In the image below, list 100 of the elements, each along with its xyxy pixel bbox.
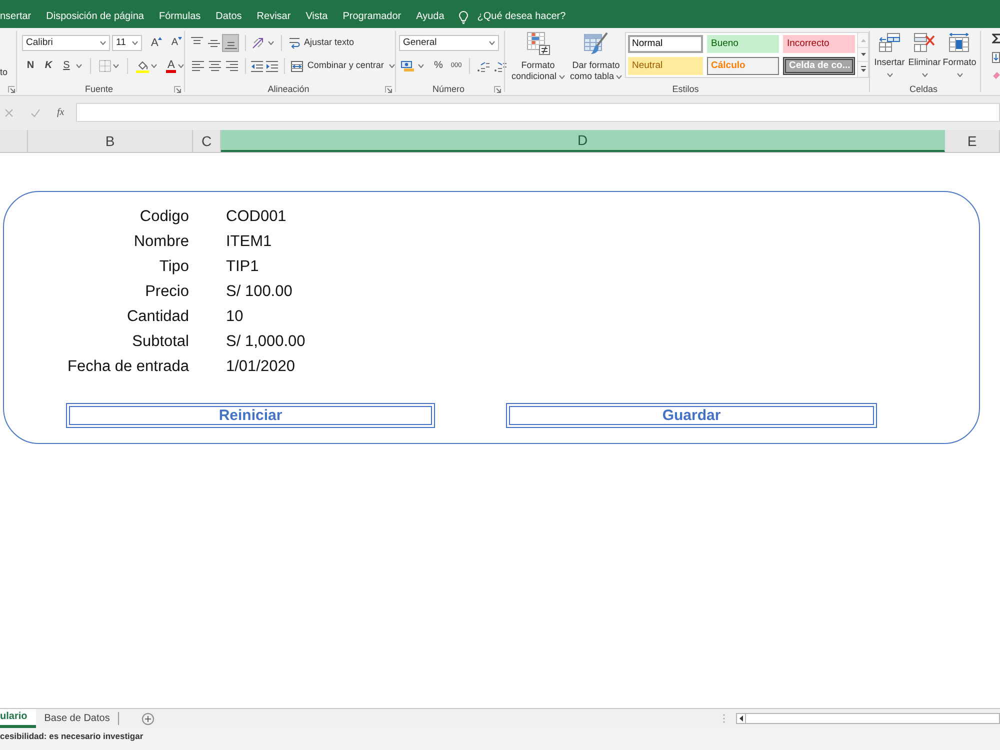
status-text: cesibilidad: es necesario investigar (0, 732, 144, 741)
caret-icon[interactable] (151, 64, 158, 68)
cell-style-option[interactable]: Incorrecto (783, 35, 855, 53)
save-button[interactable]: Guardar (506, 403, 877, 428)
sheet-tab[interactable]: Base de Datos (36, 709, 118, 728)
caret-icon[interactable] (886, 73, 892, 77)
menu-tab[interactable]: nsertar (0, 12, 32, 22)
decrease-indent-icon[interactable] (251, 60, 263, 72)
increase-font-size-button[interactable]: A (149, 35, 164, 51)
font-name-combobox[interactable]: Calibri (22, 35, 110, 51)
horizontal-scrollbar[interactable] (736, 713, 1000, 724)
caret-up-icon (158, 37, 162, 40)
scroll-left-arrow-icon[interactable] (737, 714, 746, 723)
group-label: Fuente (84, 84, 114, 94)
format-as-table-button[interactable]: Dar formato como tabla (568, 28, 624, 83)
decrease-decimal-icon[interactable] (494, 60, 507, 72)
increase-decimal-icon[interactable] (476, 60, 490, 72)
currency-icon[interactable] (401, 60, 414, 72)
eraser-icon[interactable] (992, 71, 1000, 79)
menu-tab[interactable]: Datos (216, 12, 242, 22)
number-format-combobox[interactable]: General (399, 35, 499, 51)
underline-button[interactable]: S (58, 58, 75, 74)
menu-tab[interactable]: Programador (342, 12, 402, 22)
decrease-font-size-button[interactable]: A (169, 35, 184, 51)
column-header[interactable]: D (221, 130, 945, 152)
field-value: TIP1 (226, 258, 259, 274)
fill-down-icon[interactable] (992, 52, 1000, 63)
menu-tab[interactable]: Fórmulas (158, 12, 201, 22)
sigma-icon[interactable] (992, 33, 1000, 44)
reset-button[interactable]: Reiniciar (66, 403, 435, 428)
align-left-icon[interactable] (192, 60, 204, 72)
cell-style-option[interactable]: Bueno (707, 35, 779, 53)
field-value: 1/01/2020 (226, 358, 295, 374)
gallery-down-icon[interactable] (860, 53, 866, 56)
font-color-button[interactable]: A (166, 60, 176, 72)
caret-icon[interactable] (489, 41, 495, 45)
group-label: Número (432, 84, 465, 94)
column-header[interactable]: B (28, 130, 193, 152)
menu-tab[interactable]: Ayuda (416, 12, 444, 22)
dialog-launcher-icon[interactable] (174, 86, 181, 92)
add-sheet-icon[interactable] (142, 712, 154, 724)
group-label: Estilos (672, 84, 699, 94)
cell-style-option[interactable]: Normal (628, 35, 703, 53)
align-middle-icon (208, 37, 220, 49)
caret-down-icon (178, 37, 182, 40)
conditional-format-icon (526, 32, 550, 55)
tell-me-search[interactable]: ¿Qué desea hacer? (477, 12, 566, 22)
cell-style-option[interactable]: Neutral (628, 57, 703, 75)
align-center-icon[interactable] (208, 60, 220, 72)
gallery-more-icon[interactable] (860, 66, 866, 72)
field-label: Precio (145, 284, 189, 300)
check-icon[interactable] (31, 108, 40, 116)
font-size-combobox[interactable]: 11 (112, 35, 142, 51)
increase-indent-icon[interactable] (266, 60, 278, 72)
caret-icon[interactable] (100, 41, 106, 45)
column-header[interactable]: E (945, 130, 1000, 152)
caret-icon[interactable] (268, 41, 274, 45)
caret-icon[interactable] (178, 64, 184, 68)
caret-icon[interactable] (616, 74, 622, 78)
insert-function-button[interactable]: fx (57, 108, 64, 118)
dialog-launcher-icon[interactable] (494, 86, 502, 92)
menu-tab[interactable]: Revisar (256, 12, 291, 22)
group-label: Celdas (910, 84, 938, 94)
field-label: Cantidad (126, 308, 189, 324)
cells-command-button[interactable]: Eliminar (907, 28, 942, 83)
field-label: Subtotal (132, 334, 189, 350)
field-label: Fecha de entrada (67, 358, 189, 374)
caret-icon[interactable] (558, 74, 565, 78)
cells-command-button[interactable]: Formato (942, 28, 977, 83)
wrap-text-button[interactable]: Ajustar texto (289, 34, 354, 52)
caret-icon[interactable] (389, 64, 395, 68)
dialog-launcher-icon[interactable] (385, 86, 392, 92)
caret-icon[interactable] (956, 73, 962, 77)
align-right-icon[interactable] (226, 60, 238, 72)
field-value: COD001 (226, 208, 286, 224)
paint-bucket-icon[interactable] (136, 60, 150, 72)
menu-tab[interactable]: Vista (306, 12, 328, 22)
bold-button[interactable]: N (22, 58, 39, 74)
caret-icon[interactable] (418, 64, 424, 68)
vertical-align-button[interactable] (222, 34, 239, 52)
sheet-tab[interactable]: ulario (0, 709, 36, 728)
caret-icon[interactable] (922, 73, 928, 77)
field-value: 10 (226, 308, 244, 324)
field-value: ITEM1 (226, 234, 272, 250)
text-orientation-icon[interactable] (252, 37, 265, 49)
table-brush-icon (584, 32, 608, 55)
formula-input[interactable] (76, 103, 1000, 122)
caret-icon[interactable] (132, 41, 138, 45)
italic-button[interactable]: K (40, 58, 57, 74)
cells-command-button[interactable]: Insertar (872, 28, 907, 83)
caret-icon[interactable] (113, 64, 120, 68)
border-grid-icon[interactable] (99, 60, 111, 72)
conditional-format-button[interactable]: Formato condicional (508, 28, 568, 83)
menu-tab[interactable]: Disposición de página (46, 12, 144, 22)
ribbon-label[interactable]: to (0, 68, 16, 77)
merge-center-button[interactable]: Combinar y centrar (291, 57, 384, 75)
percent-style-button[interactable]: % (434, 61, 443, 71)
dialog-launcher-icon[interactable] (8, 86, 15, 92)
caret-icon[interactable] (76, 64, 82, 68)
format-cells-icon (949, 33, 970, 52)
